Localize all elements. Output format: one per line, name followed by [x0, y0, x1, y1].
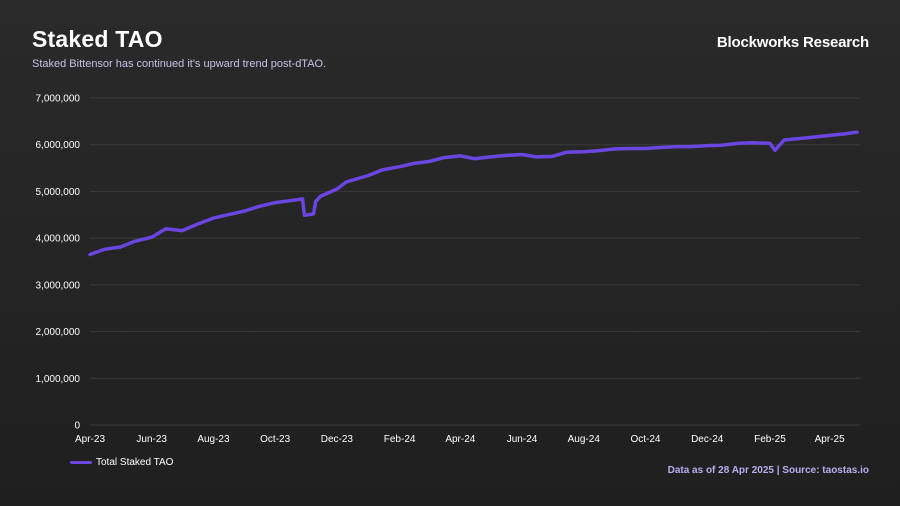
legend-swatch — [70, 461, 92, 464]
x-tick-label: Dec-24 — [691, 434, 724, 445]
x-tick-label: Aug-24 — [568, 434, 601, 445]
x-tick-label: Jun-24 — [507, 434, 538, 445]
line-chart: 0 1,000,000 2,000,000 3,000,000 4,000,000 5,0… — [36, 94, 860, 445]
y-tick-label: 1,000,000 — [36, 374, 81, 385]
y-tick-label: 0 — [74, 421, 80, 432]
y-tick-label: 3,000,000 — [36, 280, 81, 291]
y-tick-label: 2,000,000 — [36, 327, 81, 338]
x-tick-label: Apr-24 — [445, 434, 475, 445]
y-tick-label: 5,000,000 — [36, 187, 81, 198]
x-tick-label: Dec-23 — [321, 434, 354, 445]
x-tick-label: Jun-23 — [136, 434, 167, 445]
source-note: Data as of 28 Apr 2025 | Source: taostas… — [667, 465, 869, 476]
series-line-total-staked-tao — [88, 130, 859, 257]
x-tick-label: Oct-24 — [630, 434, 660, 445]
x-tick-label: Apr-25 — [815, 434, 845, 445]
x-tick-label: Oct-23 — [260, 434, 290, 445]
x-tick-label: Feb-25 — [754, 434, 786, 445]
x-tick-label: Aug-23 — [197, 434, 230, 445]
y-tick-label: 4,000,000 — [36, 234, 81, 245]
x-tick-label: Feb-24 — [384, 434, 416, 445]
x-tick-label: Apr-23 — [75, 434, 105, 445]
legend-label: Total Staked TAO — [96, 457, 174, 468]
legend[interactable]: Total Staked TAO — [70, 457, 173, 468]
y-tick-label: 7,000,000 — [36, 94, 81, 105]
y-tick-label: 6,000,000 — [36, 140, 81, 151]
